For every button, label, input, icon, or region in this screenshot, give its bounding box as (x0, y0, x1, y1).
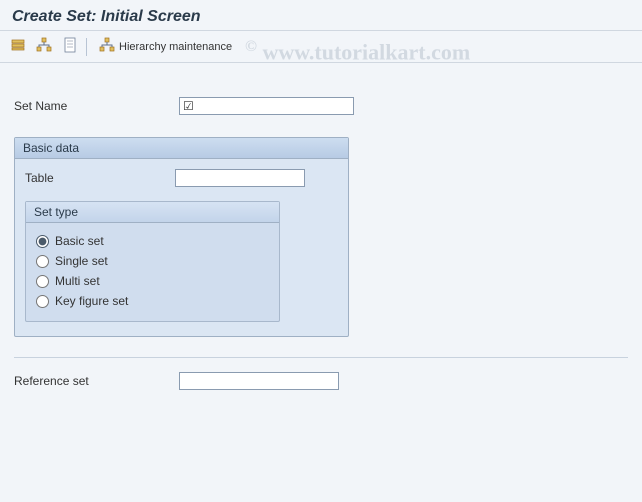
set-name-label: Set Name (14, 99, 179, 113)
set-name-input[interactable] (179, 97, 354, 115)
radio-basic-input[interactable] (36, 235, 49, 248)
radio-single-label: Single set (55, 254, 108, 268)
table-input[interactable] (175, 169, 305, 187)
radio-keyfig-label: Key figure set (55, 294, 128, 308)
reference-set-row: Reference set (14, 372, 628, 390)
document-icon (62, 37, 78, 56)
document-button[interactable] (60, 37, 80, 57)
hierarchy-maintenance-button[interactable]: Hierarchy maintenance (93, 35, 238, 58)
hierarchy-button[interactable] (34, 37, 54, 57)
radio-keyfig-input[interactable] (36, 295, 49, 308)
radio-multi-set[interactable]: Multi set (36, 271, 269, 291)
toolbar-separator (86, 38, 87, 56)
set-type-title: Set type (26, 202, 279, 223)
content-area: Set Name ☑ Basic data Table Set type Bas… (0, 63, 642, 414)
values-button[interactable] (8, 37, 28, 57)
title-bar: Create Set: Initial Screen (0, 0, 642, 31)
radio-single-input[interactable] (36, 255, 49, 268)
basic-data-title: Basic data (15, 138, 348, 159)
hierarchy-icon (36, 37, 52, 56)
values-icon (10, 37, 26, 56)
hierarchy-maint-icon (99, 37, 115, 56)
radio-multi-label: Multi set (55, 274, 100, 288)
toolbar: Hierarchy maintenance (0, 31, 642, 63)
radio-multi-input[interactable] (36, 275, 49, 288)
radio-keyfigure-set[interactable]: Key figure set (36, 291, 269, 311)
set-type-group: Set type Basic set Single set Multi set (25, 201, 280, 322)
table-label: Table (25, 171, 175, 185)
reference-set-input[interactable] (179, 372, 339, 390)
separator-line (14, 357, 628, 358)
reference-set-label: Reference set (14, 374, 179, 388)
hierarchy-maintenance-label: Hierarchy maintenance (119, 41, 232, 53)
page-title: Create Set: Initial Screen (12, 8, 630, 26)
radio-single-set[interactable]: Single set (36, 251, 269, 271)
basic-data-group: Basic data Table Set type Basic set Sing… (14, 137, 349, 337)
radio-basic-set[interactable]: Basic set (36, 231, 269, 251)
radio-basic-label: Basic set (55, 234, 104, 248)
set-name-row: Set Name ☑ (14, 97, 628, 115)
